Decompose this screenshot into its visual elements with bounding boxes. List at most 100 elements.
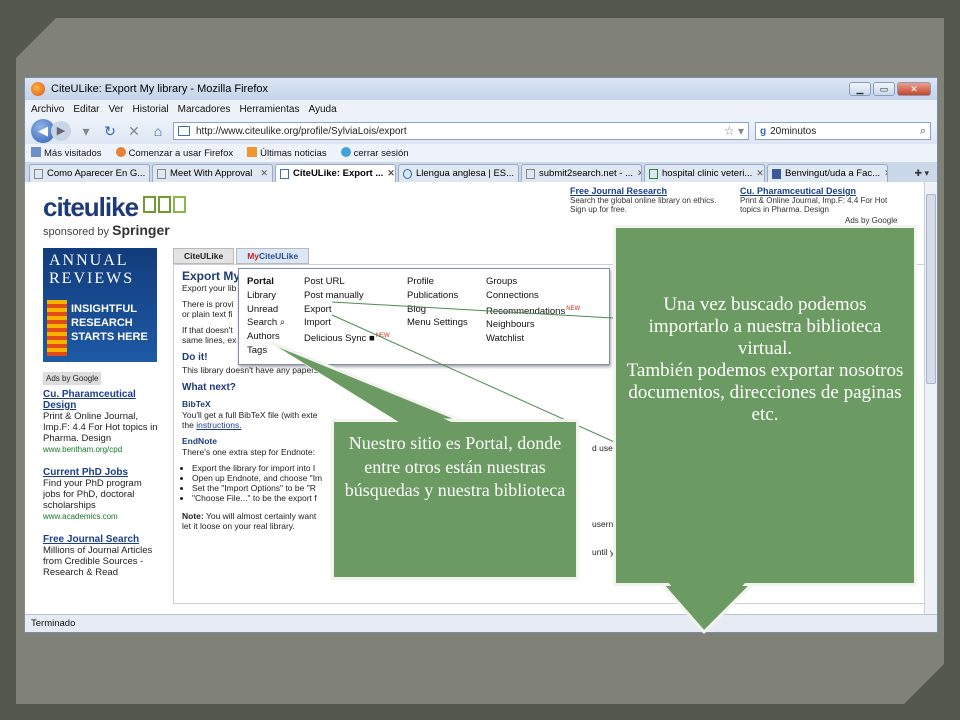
menu-marcadores[interactable]: Marcadores xyxy=(178,104,231,115)
bookmark-cerrar-sesion[interactable]: cerrar sesión xyxy=(340,147,409,159)
scrollbar-thumb[interactable] xyxy=(926,194,936,384)
instructions-link[interactable]: instructions. xyxy=(196,420,241,430)
tab-close-icon[interactable]: ✕ xyxy=(756,168,764,179)
menu-bar: Archivo Editar Ver Historial Marcadores … xyxy=(25,100,937,118)
menu-tags[interactable]: Tags xyxy=(247,344,285,358)
tab-bar: Como Aparecer En G...✕ Meet With Approva… xyxy=(25,162,937,182)
bookmarks-toolbar: Más visitados Comenzar a usar Firefox Úl… xyxy=(25,144,937,162)
tab-como-aparecer[interactable]: Como Aparecer En G...✕ xyxy=(29,164,150,182)
tab-citeulike[interactable]: CiteULike xyxy=(173,248,235,264)
tab-mycitulike[interactable]: MyCiteULike xyxy=(236,248,310,264)
tab-submit2search[interactable]: submit2search.net - ...✕ xyxy=(521,164,642,182)
left-ad[interactable]: Free Journal Search Millions of Journal … xyxy=(43,534,159,578)
bookmark-ultimas-noticias[interactable]: Últimas noticias xyxy=(247,147,327,159)
menu-export[interactable]: Export xyxy=(304,303,390,317)
tab-llengua-anglesa[interactable]: Llengua anglesa | ES...✕ xyxy=(398,164,519,182)
left-ad[interactable]: Cu. Pharamceutical Design Print & Online… xyxy=(43,389,159,455)
window-title: CiteULike: Export My library - Mozilla F… xyxy=(51,83,268,95)
bookmark-comenzar[interactable]: Comenzar a usar Firefox xyxy=(115,147,233,159)
citeulike-logo[interactable]: citeulike xyxy=(43,192,139,223)
tab-close-icon[interactable]: ✕ xyxy=(884,168,887,179)
site-tabs: CiteULike MyCiteULike xyxy=(173,248,310,264)
bookmark-star-icon[interactable]: ☆ ▾ xyxy=(724,124,744,138)
bookmark-mas-visitados[interactable]: Más visitados xyxy=(31,147,102,159)
menu-groups[interactable]: Groups xyxy=(486,275,580,289)
close-button[interactable]: ✕ xyxy=(897,82,931,96)
menu-watchlist[interactable]: Watchlist xyxy=(486,332,580,346)
status-bar: Terminado xyxy=(25,614,937,632)
ads-by-google-label: Ads by Google xyxy=(845,216,898,225)
tab-page-icon xyxy=(34,168,43,179)
sponsor-line: sponsored by Springer xyxy=(43,222,170,238)
history-dropdown-icon[interactable]: ▾ xyxy=(77,123,95,140)
tab-close-icon[interactable]: ✕ xyxy=(637,168,641,179)
menu-connections[interactable]: Connections xyxy=(486,289,580,303)
menu-unread[interactable]: Unread xyxy=(247,303,285,317)
tab-close-icon[interactable]: ✕ xyxy=(260,168,268,179)
menu-settings[interactable]: Menu Settings xyxy=(407,316,468,330)
forward-button[interactable]: ▶ xyxy=(51,121,71,141)
url-bar[interactable]: http://www.citeulike.org/profile/SylviaL… xyxy=(173,122,749,140)
firefox-bookmark-icon xyxy=(115,147,126,157)
tab-meet-with-approval[interactable]: Meet With Approval ✕ xyxy=(152,164,273,182)
menu-blog[interactable]: Blog xyxy=(407,303,468,317)
new-badge: NEW xyxy=(566,305,581,312)
minimize-button[interactable]: ▁ xyxy=(849,82,871,96)
stop-icon[interactable]: ✕ xyxy=(125,123,143,140)
menu-archivo[interactable]: Archivo xyxy=(31,104,64,115)
tab-citeulike-export[interactable]: CiteULike: Export ... ✕ xyxy=(275,164,396,182)
title-bar: CiteULike: Export My library - Mozilla F… xyxy=(25,78,937,100)
url-text: http://www.citeulike.org/profile/SylviaL… xyxy=(196,125,407,137)
navigation-toolbar: ◀ ▶ ▾ ↻ ✕ ⌂ http://www.citeulike.org/pro… xyxy=(25,118,937,144)
menu-recommendations[interactable]: RecommendationsNEW xyxy=(486,303,580,319)
menu-publications[interactable]: Publications xyxy=(407,289,468,303)
top-ad[interactable]: Cu. Pharamceutical Design Print & Online… xyxy=(740,186,890,214)
firefox-icon xyxy=(31,82,45,96)
menu-authors[interactable]: Authors xyxy=(247,330,285,344)
menu-post-url[interactable]: Post URL xyxy=(304,275,390,289)
rss-icon xyxy=(247,147,258,157)
springer-logo: Springer xyxy=(112,222,170,238)
menu-portal[interactable]: Portal xyxy=(247,276,274,287)
search-box[interactable]: g 20minutos ⌕ xyxy=(755,122,931,140)
ie-bookmark-icon xyxy=(340,147,351,157)
search-magnifier-icon[interactable]: ⌕ xyxy=(920,125,926,138)
menu-ver[interactable]: Ver xyxy=(108,104,123,115)
search-icon: ⌕ xyxy=(279,317,286,329)
callout-left-text: Nuestro sitio es Portal, donde entre otr… xyxy=(344,433,566,500)
menu-herramientas[interactable]: Herramientas xyxy=(239,104,299,115)
menu-ayuda[interactable]: Ayuda xyxy=(308,104,336,115)
delicious-icon: ■ xyxy=(368,333,375,345)
menu-search[interactable]: Search ⌕ xyxy=(247,316,285,330)
callout-right: Una vez buscado podemos importarlo a nue… xyxy=(613,225,917,586)
tab-close-icon[interactable]: ✕ xyxy=(518,168,519,179)
callout-right-text: Una vez buscado podemos importarlo a nue… xyxy=(626,294,904,425)
top-ads: Free Journal Research Search the global … xyxy=(570,186,910,214)
menu-library[interactable]: Library xyxy=(247,289,285,303)
tab-page-icon xyxy=(772,168,781,179)
tab-facebook[interactable]: Benvingut/uda a Fac...✕ xyxy=(767,164,888,182)
google-search-icon[interactable]: g xyxy=(760,126,766,137)
top-ad[interactable]: Free Journal Research Search the global … xyxy=(570,186,720,214)
menu-import[interactable]: Import xyxy=(304,316,390,330)
menu-editar[interactable]: Editar xyxy=(73,104,99,115)
left-ad[interactable]: Current PhD Jobs Find your PhD program j… xyxy=(43,467,159,522)
menu-neighbours[interactable]: Neighbours xyxy=(486,318,580,332)
maximize-button[interactable]: ▭ xyxy=(873,82,895,96)
tab-close-icon[interactable]: ✕ xyxy=(149,168,150,179)
bookmark-folder-icon xyxy=(31,147,41,157)
tab-list-icon[interactable]: ✚ ▾ xyxy=(910,168,933,182)
tab-close-icon[interactable]: ✕ xyxy=(387,168,395,179)
vertical-scrollbar[interactable] xyxy=(924,182,937,614)
home-icon[interactable]: ⌂ xyxy=(149,123,167,139)
annual-reviews-banner[interactable]: ANNUAL REVIEWS INSIGHTFUL RESEARCH STARTS H… xyxy=(43,248,157,362)
tab-page-icon xyxy=(280,168,289,179)
menu-delicious-sync[interactable]: Delicious Sync ■NEW xyxy=(304,330,390,346)
menu-post-manually[interactable]: Post manually xyxy=(304,289,390,303)
ads-by-google-label: Ads by Google xyxy=(43,372,102,385)
site-favicon-icon xyxy=(178,126,190,136)
menu-historial[interactable]: Historial xyxy=(133,104,169,115)
reload-icon[interactable]: ↻ xyxy=(101,123,119,140)
tab-hospital-clinic[interactable]: hospital clinic veteri... ✕ xyxy=(644,164,765,182)
menu-profile[interactable]: Profile xyxy=(407,275,468,289)
